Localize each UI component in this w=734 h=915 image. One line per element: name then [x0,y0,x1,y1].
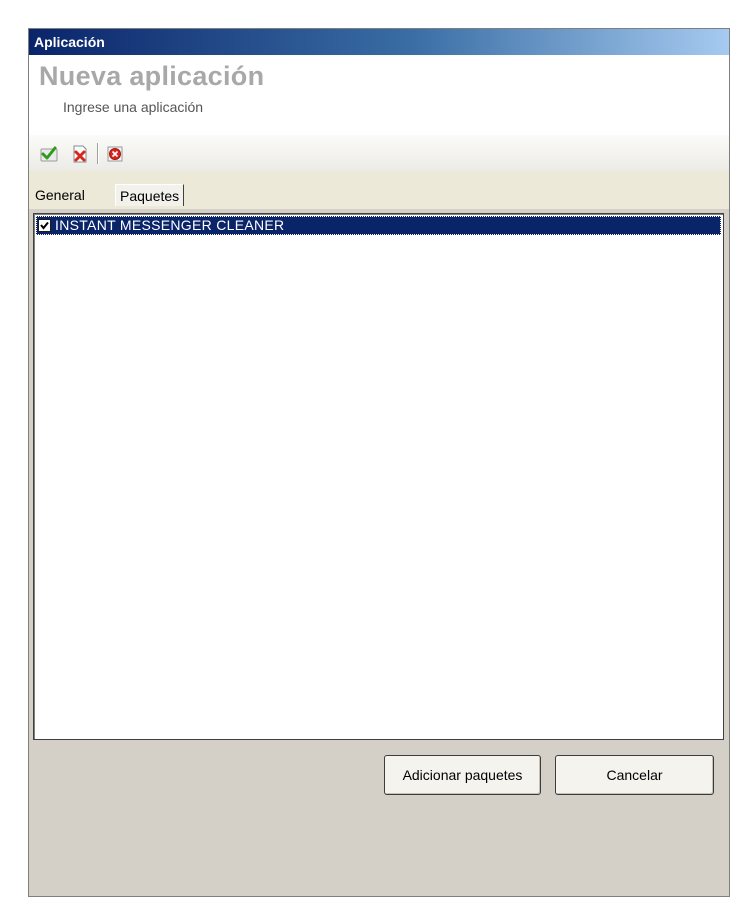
toolbar-separator [97,143,98,164]
cancel-icon [107,146,123,162]
checkmark-icon [40,221,49,230]
packages-list[interactable]: INSTANT MESSENGER CLEANER [33,213,724,740]
window-title: Aplicación [34,34,105,50]
package-checkbox[interactable] [38,219,51,232]
window-titlebar[interactable]: Aplicación [29,29,729,55]
dialog-window: Aplicación Nueva aplicación Ingrese una … [28,28,730,897]
checkmark-icon [40,146,58,162]
tab-paquetes[interactable]: Paquetes [115,184,185,206]
page-title: Nueva aplicación [39,61,265,91]
tab-strip: General Paquetes [29,171,729,209]
add-packages-button[interactable]: Adicionar paquetes [384,755,541,795]
dialog-footer: Adicionar paquetes Cancelar [29,741,729,896]
accept-button[interactable] [39,144,59,164]
tab-general[interactable]: General [31,184,89,206]
list-item[interactable]: INSTANT MESSENGER CLEANER [36,216,721,235]
cancel-button[interactable]: Cancelar [555,755,714,795]
delete-document-icon [73,145,87,163]
toolbar [29,135,729,171]
package-label: INSTANT MESSENGER CLEANER [55,217,285,233]
cancel-button-toolbar[interactable] [105,144,125,164]
dialog-header: Nueva aplicación Ingrese una aplicación [29,55,729,135]
page-subtitle: Ingrese una aplicación [63,99,204,115]
remove-button[interactable] [70,144,90,164]
